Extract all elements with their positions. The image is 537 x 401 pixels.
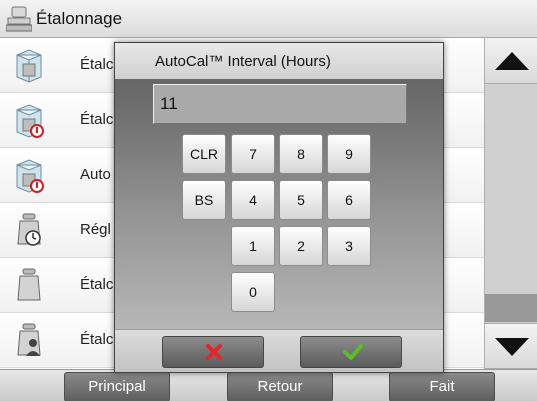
key-6[interactable]: 6: [327, 180, 371, 220]
confirm-button[interactable]: [300, 336, 402, 368]
principal-button[interactable]: Principal: [64, 372, 170, 401]
retour-button[interactable]: Retour: [227, 372, 333, 401]
cancel-button[interactable]: [162, 336, 264, 368]
scale-icon: [6, 6, 32, 32]
list-item-label: Étalc: [80, 331, 114, 348]
list-item-label: Étalc: [80, 276, 114, 293]
list-item-label: Étalc: [80, 56, 114, 73]
dialog-title: AutoCal™ Interval (Hours): [155, 53, 331, 70]
weight-clock-icon: [17, 213, 41, 246]
key-bs[interactable]: BS: [182, 180, 226, 220]
numeric-entry-dialog: AutoCal™ Interval (Hours) 11 CLR 7 8 9 B…: [114, 42, 444, 373]
page-title: Étalonnage: [36, 9, 123, 28]
scroll-up-button[interactable]: [485, 38, 537, 84]
scroll-thumb[interactable]: [485, 294, 537, 322]
dialog-header: AutoCal™ Interval (Hours): [115, 43, 443, 79]
arrow-down-icon: [495, 338, 529, 356]
value-text: 11: [160, 94, 178, 113]
key-8[interactable]: 8: [279, 134, 323, 174]
calibration-cube-icon: [16, 49, 42, 83]
key-4[interactable]: 4: [231, 180, 275, 220]
value-input[interactable]: 11: [153, 84, 407, 124]
key-clr[interactable]: CLR: [182, 134, 226, 174]
scroll-down-button[interactable]: [485, 323, 537, 369]
autocal-warning-icon: [16, 159, 44, 193]
list-item-label: Régl: [80, 221, 111, 238]
list-item-label: Auto: [80, 166, 111, 183]
key-0[interactable]: 0: [231, 272, 275, 312]
key-7[interactable]: 7: [231, 134, 275, 174]
fait-button[interactable]: Fait: [389, 372, 495, 401]
key-5[interactable]: 5: [279, 180, 323, 220]
key-9[interactable]: 9: [327, 134, 371, 174]
weight-icon: [17, 268, 41, 301]
dialog-footer: [115, 329, 443, 372]
checkmark-icon: [343, 344, 363, 360]
key-1[interactable]: 1: [231, 226, 275, 266]
key-3[interactable]: 3: [327, 226, 371, 266]
weight-user-icon: [17, 323, 41, 356]
arrow-up-icon: [495, 52, 529, 70]
bottom-bar: Principal Retour Fait: [0, 369, 537, 401]
scrollbar[interactable]: [484, 38, 537, 369]
title-bar: Étalonnage: [0, 0, 537, 38]
key-2[interactable]: 2: [279, 226, 323, 266]
x-icon: [206, 344, 222, 360]
list-item-label: Étalc: [80, 111, 114, 128]
calibration-cube-warning-icon: [16, 104, 44, 138]
